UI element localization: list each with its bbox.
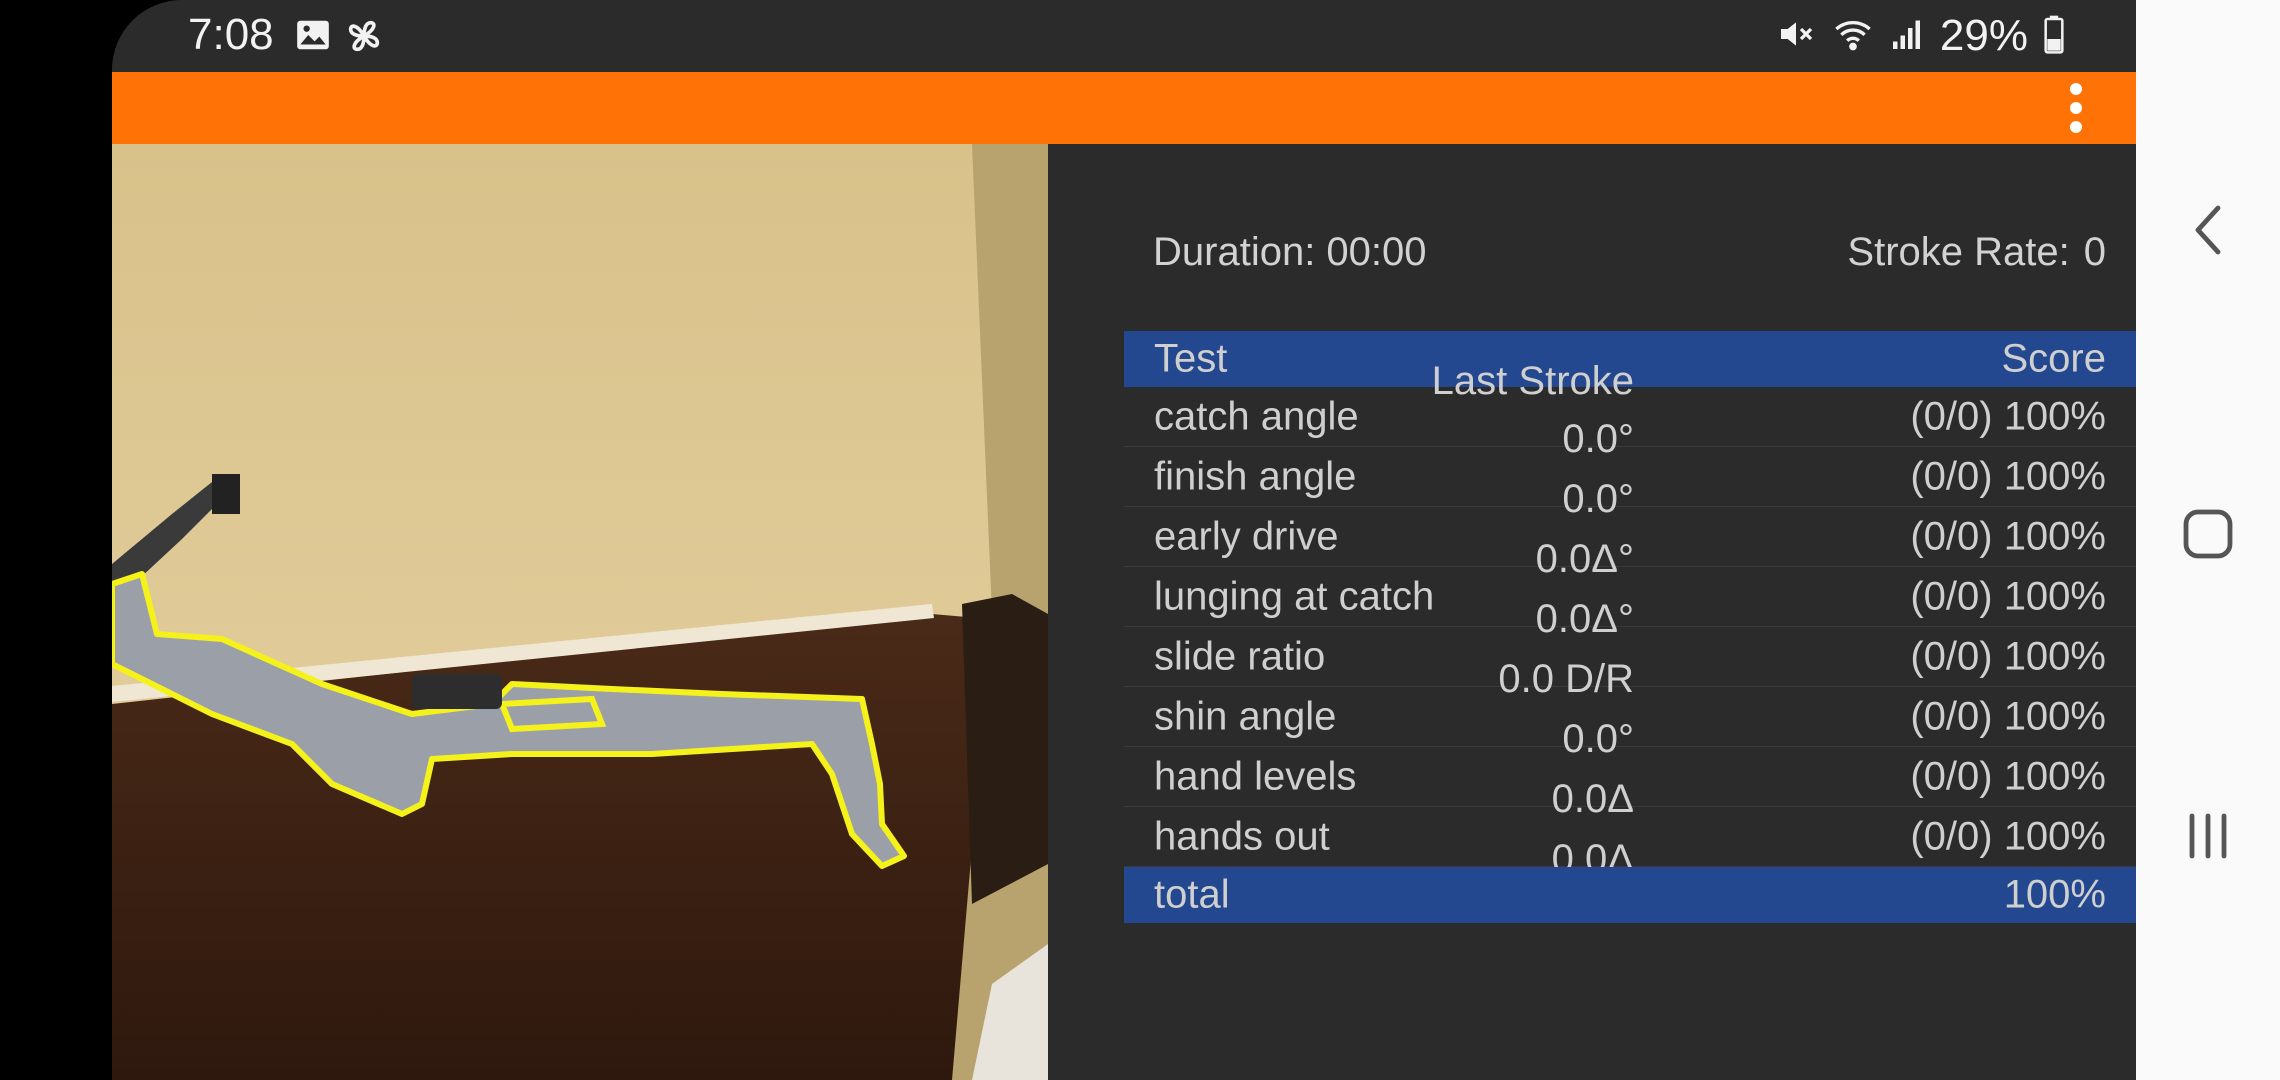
table-total-row: total 100%	[1124, 867, 2136, 923]
table-row: catch angle 0.0° (0/0) 100%	[1124, 387, 2136, 461]
table-row: slide ratio 0.0 D/R (0/0) 100%	[1124, 627, 2136, 701]
battery-percent: 29%	[1939, 11, 2028, 60]
wifi-icon	[1830, 14, 1876, 59]
row-score: (0/0) 100%	[1910, 394, 2106, 438]
status-icons: 29%	[1776, 10, 2066, 62]
system-nav-bar	[2136, 0, 2280, 1080]
back-icon[interactable]	[2168, 190, 2248, 270]
row-score: (0/0) 100%	[1910, 814, 2106, 858]
screen: 7:08 29% Duration: 00:00 Stroke Rate: 0 …	[0, 0, 2280, 1080]
image-icon	[294, 16, 332, 59]
row-test: lunging at catch	[1154, 574, 1435, 618]
table-row: finish angle 0.0° (0/0) 100%	[1124, 447, 2136, 521]
stroke-rate-label: Stroke Rate:	[1847, 230, 2070, 274]
row-score: (0/0) 100%	[1910, 754, 2106, 798]
duration-label: Duration: 00:00	[1153, 230, 1427, 274]
row-score: (0/0) 100%	[1910, 634, 2106, 678]
row-score: (0/0) 100%	[1910, 574, 2106, 618]
table-row: hands out 0.0Δ (0/0) 100%	[1124, 807, 2136, 881]
row-test: slide ratio	[1154, 634, 1326, 678]
status-time: 7:08	[188, 10, 274, 59]
recents-icon[interactable]	[2168, 796, 2248, 876]
row-score: (0/0) 100%	[1910, 454, 2106, 498]
mute-icon	[1776, 14, 1816, 59]
row-score: (0/0) 100%	[1910, 694, 2106, 738]
table-row: lunging at catch 0.0Δ° (0/0) 100%	[1124, 567, 2136, 641]
more-vert-icon[interactable]	[2064, 80, 2088, 136]
row-test: hands out	[1154, 814, 1330, 858]
app-toolbar	[112, 72, 2136, 144]
signal-icon	[1890, 14, 1926, 59]
pinwheel-icon	[344, 16, 384, 61]
battery-icon	[2042, 14, 2066, 59]
table-header: Test Last Stroke Score	[1124, 331, 2136, 403]
table-row: hand levels 0.0Δ (0/0) 100%	[1124, 747, 2136, 821]
total-score: 100%	[2003, 872, 2106, 917]
results-table: Test Last Stroke Score catch angle 0.0° …	[1124, 331, 2136, 923]
home-icon[interactable]	[2168, 494, 2248, 574]
app-window: 7:08 29% Duration: 00:00 Stroke Rate: 0 …	[112, 0, 2136, 1080]
row-test: hand levels	[1154, 754, 1357, 798]
header-test: Test	[1154, 336, 1228, 381]
table-row: shin angle 0.0° (0/0) 100%	[1124, 687, 2136, 761]
status-bar: 7:08 29%	[112, 0, 2136, 72]
row-test: finish angle	[1154, 454, 1357, 498]
row-test: shin angle	[1154, 694, 1337, 738]
header-score: Score	[2001, 336, 2107, 381]
stroke-rate-value: 0	[2083, 230, 2106, 274]
row-score: (0/0) 100%	[1910, 514, 2106, 558]
stroke-rate: Stroke Rate: 0	[1847, 230, 2106, 275]
table-row: early drive 0.0Δ° (0/0) 100%	[1124, 507, 2136, 581]
total-label: total	[1154, 872, 1230, 917]
row-test: early drive	[1154, 514, 1339, 558]
row-test: catch angle	[1154, 394, 1359, 438]
camera-preview	[112, 144, 1048, 1080]
